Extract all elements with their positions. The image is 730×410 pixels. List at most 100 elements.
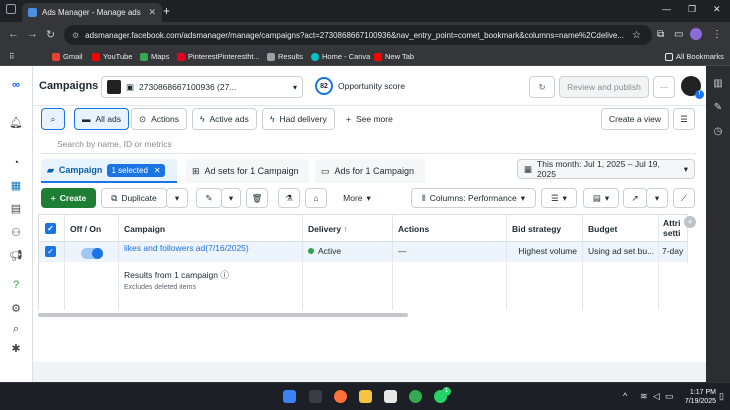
review-and-publish-button[interactable]: Review and publish (559, 76, 649, 98)
tray-overflow-icon[interactable]: ^ (623, 391, 627, 401)
row-checkbox[interactable]: ✓ (39, 242, 65, 262)
history-clock-icon[interactable]: ◷ (712, 126, 724, 138)
chrome-icon[interactable] (409, 390, 422, 403)
search-toggle-button[interactable]: ⌕ (41, 108, 65, 130)
column-header-off-on[interactable]: Off / On (65, 215, 119, 242)
create-view-button[interactable]: Create a view (601, 108, 669, 130)
duplicate-dropdown[interactable]: ▾ (166, 188, 188, 208)
breakdown-selector[interactable]: ☰ ▾ (541, 188, 577, 208)
column-header-actions[interactable]: Actions (393, 215, 507, 242)
notifications-icon[interactable]: ▯ (719, 391, 724, 402)
bug-report-icon[interactable]: ✱ (9, 342, 23, 356)
bar-chart-icon[interactable]: ▥ (712, 78, 724, 90)
site-info-icon[interactable]: ⚙ (72, 31, 79, 40)
pencil-icon[interactable]: ✎ (712, 102, 724, 114)
battery-icon[interactable]: ▭ (665, 391, 674, 402)
info-icon[interactable]: ⓘ (220, 270, 229, 280)
bookmark-star-icon[interactable]: ☆ (632, 30, 641, 41)
column-header-campaign[interactable]: Campaign (119, 215, 303, 242)
campaigns-table-icon[interactable]: ▦ (9, 179, 23, 193)
tag-button[interactable]: ⌂ (305, 188, 327, 208)
all-bookmarks[interactable]: All Bookmarks (665, 52, 724, 61)
export-dropdown[interactable]: ▾ (646, 188, 668, 208)
filter-active-ads[interactable]: ϟ Active ads (192, 108, 257, 130)
edit-dropdown[interactable]: ▾ (221, 188, 241, 208)
duplicate-button[interactable]: ⧉ Duplicate (101, 188, 167, 208)
video-editor-icon[interactable] (384, 390, 397, 403)
search-input[interactable]: Search by name, ID or metrics (41, 136, 696, 154)
side-panel-icon[interactable]: ▭ (674, 29, 683, 40)
minimize-window-icon[interactable]: — (662, 4, 671, 14)
create-button[interactable]: + Create (41, 188, 96, 208)
meta-logo-icon[interactable]: ∞ (9, 78, 23, 92)
firefox-icon[interactable] (334, 390, 347, 403)
bookmark-new-tab[interactable]: New Tab (374, 52, 414, 61)
audiences-icon[interactable]: ⚇ (9, 226, 23, 240)
tab-search-icon[interactable] (6, 4, 16, 14)
reload-icon[interactable]: ↻ (46, 28, 55, 41)
bookmark-maps[interactable]: Maps (140, 52, 169, 61)
filter-all-ads[interactable]: ▬ All ads (74, 108, 130, 130)
select-all-checkbox[interactable]: ✓ (39, 215, 65, 242)
bookmark-youtube[interactable]: YouTube (92, 52, 132, 61)
browser-tab-ads-manager[interactable]: Ads Manager - Manage ads - C ✕ (22, 3, 162, 22)
selected-chip[interactable]: 1 selected ✕ (107, 163, 165, 177)
volume-icon[interactable]: ◁ (653, 391, 660, 402)
export-button[interactable]: ↗ (623, 188, 647, 208)
close-window-icon[interactable]: ✕ (713, 4, 721, 15)
ad-account-selector[interactable]: ▣ 2730868667100936 (27... ▾ (101, 76, 303, 98)
view-settings-button[interactable]: ☰ (673, 108, 695, 130)
tab-ad-sets[interactable]: ⊞ Ad sets for 1 Campaign (186, 159, 309, 183)
notifications-bell-icon[interactable]: 🔔︎ (9, 116, 23, 130)
delete-button[interactable]: 🗑︎ (246, 188, 268, 208)
more-dropdown[interactable]: More ▾ (333, 188, 381, 208)
column-header-bid-strategy[interactable]: Bid strategy (507, 215, 583, 242)
tab-campaigns[interactable]: ▰ Campaign 1 selected ✕ (41, 159, 177, 183)
charts-button[interactable]: ⟋ (673, 188, 695, 208)
more-options-button[interactable]: ··· (653, 76, 675, 98)
forward-arrow-icon[interactable]: → (27, 28, 38, 40)
dashboard-gauge-icon[interactable]: ◔ (9, 156, 23, 170)
bookmark-canva[interactable]: Home - Canva (311, 52, 370, 61)
campaign-name-link[interactable]: likes and followers ad(7/16/2025) (119, 242, 303, 262)
apps-grid-icon[interactable]: ⠿ (9, 52, 15, 61)
file-explorer-icon[interactable] (359, 390, 372, 403)
bookmark-results[interactable]: Results (267, 52, 303, 61)
user-avatar[interactable]: f (681, 76, 704, 99)
maximize-window-icon[interactable]: ❐ (688, 4, 696, 15)
extensions-icon[interactable]: ⧉ (657, 29, 664, 40)
opportunity-score[interactable]: 82 Opportunity score (315, 77, 405, 95)
date-range-picker[interactable]: ▦ This month: Jul 1, 2025 – Jul 19, 2025… (517, 159, 695, 179)
new-tab-button[interactable]: + (163, 4, 170, 18)
bookmark-gmail[interactable]: Gmail (52, 52, 83, 61)
bookmark-pinterest[interactable]: PinterestPinterestht... (177, 52, 260, 61)
address-bar[interactable]: ⚙ adsmanager.facebook.com/adsmanager/man… (64, 25, 652, 45)
windows-start-icon[interactable] (283, 390, 296, 403)
megaphone-icon[interactable]: 📢︎ (9, 249, 23, 263)
column-header-budget[interactable]: Budget (583, 215, 659, 242)
wifi-icon[interactable]: ≋ (640, 391, 648, 402)
column-header-delivery[interactable]: Delivery ↑ (303, 215, 393, 242)
campaign-on-off-toggle[interactable] (81, 248, 103, 259)
refresh-button[interactable]: ↻ (529, 76, 555, 98)
ab-test-button[interactable]: ⚗ (278, 188, 300, 208)
back-arrow-icon[interactable]: ← (8, 28, 19, 40)
edit-button[interactable]: ✎ (196, 188, 222, 208)
help-icon[interactable]: ? (9, 278, 23, 292)
filter-actions[interactable]: ⊙ Actions (131, 108, 187, 130)
add-column-icon[interactable]: + (684, 216, 696, 228)
reports-icon[interactable]: ▤ (9, 202, 23, 216)
settings-gear-icon[interactable]: ⚙ (9, 302, 23, 316)
tab-ads[interactable]: ▭ Ads for 1 Campaign (315, 159, 425, 183)
filter-had-delivery[interactable]: ϟ Had delivery (262, 108, 335, 130)
horizontal-scrollbar[interactable] (38, 313, 408, 317)
clear-selection-icon[interactable]: ✕ (154, 166, 161, 175)
system-clock[interactable]: 1:17 PM 7/19/2025 (676, 388, 716, 406)
see-more-filters[interactable]: + See more (339, 108, 400, 130)
profile-avatar[interactable] (690, 28, 702, 40)
columns-selector[interactable]: ⦀ Columns: Performance ▾ (411, 188, 536, 208)
browser-menu-icon[interactable]: ⋮ (712, 29, 722, 40)
task-view-icon[interactable] (309, 390, 322, 403)
search-icon[interactable]: ⌕ (9, 322, 23, 336)
reports-selector[interactable]: ▤ ▾ (583, 188, 619, 208)
